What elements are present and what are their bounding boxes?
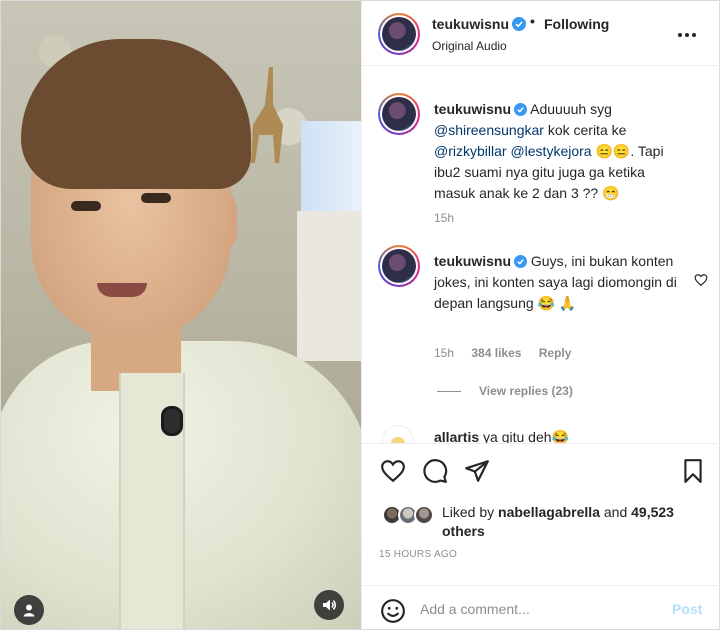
comment-meta: 15h (434, 211, 468, 225)
person-mouth (97, 283, 147, 297)
likes-middle: and (599, 504, 632, 520)
add-comment-bar: Post (362, 585, 720, 629)
liker-avatar[interactable] (414, 505, 434, 525)
comment-avatar[interactable] (378, 93, 420, 135)
comment-like-heart-icon[interactable] (694, 273, 708, 287)
heart-icon[interactable] (380, 458, 406, 484)
post-side-panel: teukuwisnu • Following Original Audio te… (361, 1, 720, 629)
comment-item: teukuwisnu Guys, ini bukan konten jokes,… (378, 245, 708, 375)
comment-avatar[interactable] (382, 425, 414, 443)
comment-text-part: Aduuuuh syg (530, 101, 612, 117)
comment-username[interactable]: teukuwisnu (434, 101, 511, 117)
comments-list[interactable]: teukuwisnu Aduuuuh syg @shireensungkar k… (362, 67, 720, 443)
comment-time[interactable]: 15h (434, 211, 454, 225)
user-icon (23, 604, 35, 617)
verified-badge-icon (514, 255, 528, 268)
emoji-smiley-icon[interactable] (380, 598, 406, 624)
author-username[interactable]: teukuwisnu (432, 16, 509, 32)
door (297, 211, 361, 361)
caption-comment: teukuwisnu Aduuuuh syg @shireensungkar k… (378, 93, 708, 225)
reply-button[interactable]: Reply (539, 346, 572, 360)
post-comment-button[interactable]: Post (672, 601, 702, 617)
comment-bubble-icon[interactable] (422, 458, 448, 484)
view-replies-button[interactable]: View replies (23) (437, 384, 573, 398)
mention-link[interactable]: @lestykejora (510, 143, 591, 159)
audio-toggle-button[interactable] (314, 590, 344, 620)
separator-dot: • (530, 13, 535, 29)
comment-text-part: kok cerita ke (543, 122, 627, 138)
paper-plane-icon[interactable] (464, 458, 490, 484)
post-timestamp[interactable]: 15 HOURS AGO (379, 549, 457, 560)
comment-text: teukuwisnu Guys, ini bukan konten jokes,… (434, 251, 684, 314)
comment-username[interactable]: allartis (434, 429, 479, 443)
liker-username[interactable]: nabellagabrella (498, 504, 600, 520)
post-actions-bar (362, 443, 720, 499)
audio-label[interactable]: Original Audio (432, 39, 507, 53)
likes-summary: Liked by nabellagabrella and 49,523 othe… (362, 499, 720, 547)
author-avatar[interactable] (378, 13, 420, 55)
bookmark-icon[interactable] (680, 458, 706, 484)
person-eye-left (71, 201, 101, 211)
verified-badge-icon (514, 103, 528, 116)
person-eye-right (141, 193, 171, 203)
likes-text: Liked by nabellagabrella and 49,523 othe… (442, 503, 712, 541)
window (301, 121, 361, 211)
video-player[interactable] (1, 1, 361, 629)
comment-meta: 15h 384 likes Reply (434, 346, 585, 360)
comment-username[interactable]: teukuwisnu (434, 253, 511, 269)
post-modal: teukuwisnu • Following Original Audio te… (0, 0, 720, 630)
comment-time[interactable]: 15h (434, 346, 454, 360)
view-replies-label: View replies (23) (479, 384, 573, 398)
speaker-icon (323, 599, 336, 611)
verified-badge-icon (512, 17, 526, 31)
comment-item: allartis ya gitu deh😂 (378, 423, 708, 443)
clip-microphone (161, 406, 183, 436)
comment-text: allartis ya gitu deh😂 (434, 427, 684, 443)
comment-avatar[interactable] (378, 245, 420, 287)
tagged-user-button[interactable] (14, 595, 44, 625)
post-header: teukuwisnu • Following Original Audio (362, 1, 720, 66)
divider-line (437, 390, 461, 392)
comment-input[interactable] (420, 594, 660, 624)
mention-link[interactable]: @rizkybillar (434, 143, 507, 159)
mention-link[interactable]: @shireensungkar (434, 122, 544, 138)
likes-prefix: Liked by (442, 504, 499, 520)
following-button[interactable]: Following (544, 16, 609, 32)
comment-text: teukuwisnu Aduuuuh syg @shireensungkar k… (434, 99, 684, 204)
comment-text-part: ya gitu deh😂 (479, 429, 569, 443)
comment-likes[interactable]: 384 likes (471, 346, 521, 360)
more-options-icon[interactable] (678, 25, 702, 45)
